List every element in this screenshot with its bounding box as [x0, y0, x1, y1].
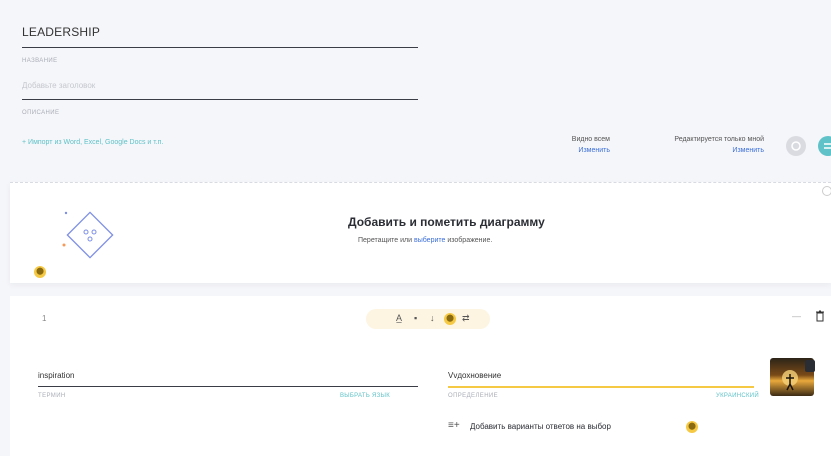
edit-permission-change-link[interactable]: Изменить: [626, 145, 764, 156]
swap-button[interactable]: [818, 136, 831, 156]
diagram-subtitle-pre: Перетащите или: [358, 237, 413, 244]
term-input[interactable]: inspiration: [38, 371, 74, 380]
definition-language-select[interactable]: УКРАИНСКИЙ: [716, 393, 759, 399]
edit-permission-setting: Редактируется только мной Изменить: [626, 134, 764, 156]
thumbnail-delete-icon[interactable]: [805, 360, 815, 372]
card-toolbar: [366, 309, 490, 329]
description-underline: [22, 99, 418, 100]
diagram-card[interactable]: [10, 182, 831, 283]
diagram-subtitle: Перетащите или выберите изображение.: [358, 237, 492, 244]
term-underline: [38, 386, 418, 387]
lock-icon[interactable]: ⬤: [34, 266, 46, 278]
definition-underline: [448, 386, 754, 388]
swap-icon: [824, 143, 831, 149]
edit-permission-label: Редактируется только мной: [674, 136, 764, 143]
visibility-label: Видно всем: [571, 136, 610, 143]
term-language-select[interactable]: ВЫБРАТЬ ЯЗЫК: [340, 393, 390, 399]
translate-icon[interactable]: ⇄: [462, 313, 470, 324]
description-input[interactable]: Добавьте заголовок: [22, 81, 95, 90]
settings-button[interactable]: [786, 136, 806, 156]
diagram-title: Добавить и пометить диаграмму: [348, 215, 545, 229]
definition-input[interactable]: Vvдохновение: [448, 371, 501, 380]
add-choices-icon[interactable]: ≡+: [448, 420, 460, 431]
microphone-icon[interactable]: ↓: [430, 313, 435, 323]
premium-badge-icon: ⬤: [686, 421, 698, 433]
gear-icon: [791, 141, 801, 151]
visibility-setting: Видно всем Изменить: [548, 134, 610, 156]
diagram-subtitle-post: изображение.: [447, 237, 493, 244]
card-number: 1: [42, 314, 47, 323]
diagram-icon: [62, 211, 114, 259]
diagram-close-icon[interactable]: [822, 186, 831, 196]
image-icon[interactable]: ▪: [414, 313, 417, 323]
premium-icon[interactable]: ⬤: [444, 313, 456, 325]
add-choices-button[interactable]: Добавить варианты ответов на выбор: [470, 422, 611, 431]
visibility-change-link[interactable]: Изменить: [548, 145, 610, 156]
diagram-choose-link[interactable]: выберите: [414, 237, 445, 244]
trash-icon[interactable]: [815, 310, 825, 322]
set-title-input[interactable]: LEADERSHIP: [22, 25, 100, 39]
definition-field-label: ОПРЕДЕЛЕНИЕ: [448, 393, 499, 399]
title-field-label: НАЗВАНИЕ: [22, 58, 58, 64]
text-format-icon[interactable]: A̲: [396, 313, 402, 323]
description-field-label: ОПИСАНИЕ: [22, 110, 60, 116]
import-link[interactable]: + Импорт из Word, Excel, Google Docs и т…: [22, 139, 163, 146]
title-underline: [22, 47, 418, 48]
term-field-label: ТЕРМИН: [38, 393, 66, 399]
drag-handle-icon[interactable]: —: [792, 311, 801, 321]
